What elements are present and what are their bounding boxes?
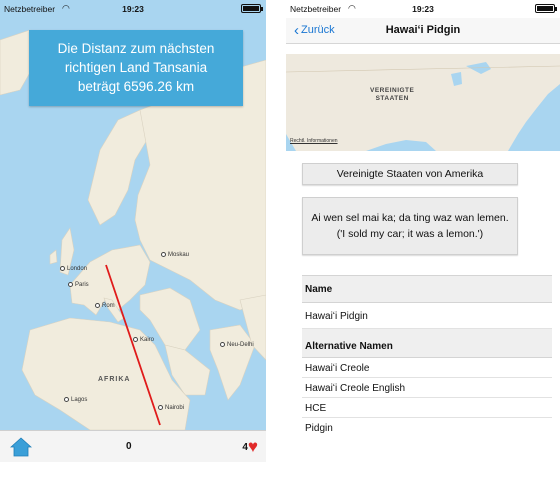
country-label-line-1: VEREINIGTE bbox=[370, 87, 415, 94]
country-map-label: VEREINIGTE STAATEN bbox=[370, 87, 414, 103]
clock: 19:23 bbox=[412, 4, 434, 14]
city-label: London bbox=[60, 266, 87, 272]
lives-counter: 4♥ bbox=[242, 437, 258, 457]
world-map[interactable]: Die Distanz zum nächsten richtigen Land … bbox=[0, 0, 266, 430]
alt-name-row: Hawaiʻi Creole English bbox=[302, 378, 552, 398]
battery-icon bbox=[241, 4, 263, 13]
score-counter: 0 bbox=[126, 441, 132, 452]
bottom-bar: 0 4♥ bbox=[0, 430, 266, 462]
status-bar: Netzbetreiber ◠ 19:23 bbox=[0, 0, 266, 18]
example-line-2: ('I sold my car; it was a lemon.') bbox=[336, 228, 484, 240]
city-label: Paris bbox=[68, 282, 89, 288]
map-shapes bbox=[286, 54, 560, 151]
map-game-screen: Die Distanz zum nächsten richtigen Land … bbox=[0, 0, 266, 479]
distance-info-box: Die Distanz zum nächsten richtigen Land … bbox=[29, 30, 243, 106]
home-icon[interactable] bbox=[10, 436, 32, 458]
language-detail-screen: Netzbetreiber ◠ 19:23 ‹ Zurück Hawaiʻi Pi… bbox=[286, 0, 560, 479]
info-line-3: beträgt 6596.26 km bbox=[77, 79, 195, 94]
language-info-table: Name Hawaiʻi Pidgin Alternative Namen Ha… bbox=[302, 275, 552, 465]
city-label: Moskau bbox=[161, 252, 189, 258]
alt-name-row: Hawaiʻi Creole bbox=[302, 358, 552, 378]
region-label: AFRIKA bbox=[98, 376, 131, 383]
battery-icon bbox=[535, 4, 557, 13]
heart-icon: ♥ bbox=[247, 437, 258, 456]
city-label: Lagos bbox=[64, 397, 87, 403]
section-header-alternative-names: Alternative Namen bbox=[302, 329, 552, 358]
country-button[interactable]: Vereinigte Staaten von Amerika bbox=[302, 163, 518, 185]
example-line-1: Ai wen sel mai ka; da ting waz wan lemen… bbox=[311, 212, 509, 224]
status-bar: Netzbetreiber ◠ 19:23 bbox=[286, 0, 560, 18]
alt-name-row: Pidgin bbox=[305, 423, 333, 434]
legal-link[interactable]: Rechtl. Informationen bbox=[290, 138, 338, 144]
clock: 19:23 bbox=[122, 4, 144, 14]
page-title: Hawaiʻi Pidgin bbox=[385, 24, 461, 36]
name-value-row: Hawaiʻi Pidgin bbox=[302, 303, 552, 329]
country-map[interactable]: VEREINIGTE STAATEN Rechtl. Informationen bbox=[286, 54, 560, 151]
city-label: Nairobi bbox=[158, 405, 184, 411]
city-label: Kairo bbox=[133, 337, 154, 343]
country-label-line-2: STAATEN bbox=[375, 95, 409, 102]
alt-name-row: HCE bbox=[302, 398, 552, 418]
info-line-2: richtigen Land Tansania bbox=[64, 60, 208, 75]
section-header-name: Name bbox=[302, 276, 552, 303]
info-line-1: Die Distanz zum nächsten bbox=[57, 41, 215, 56]
city-label: Rom bbox=[95, 303, 115, 309]
example-sentence-box: Ai wen sel mai ka; da ting waz wan lemen… bbox=[302, 197, 518, 255]
city-label: Neu-Delhi bbox=[220, 342, 254, 348]
nav-bar: ‹ Zurück Hawaiʻi Pidgin bbox=[286, 18, 560, 44]
